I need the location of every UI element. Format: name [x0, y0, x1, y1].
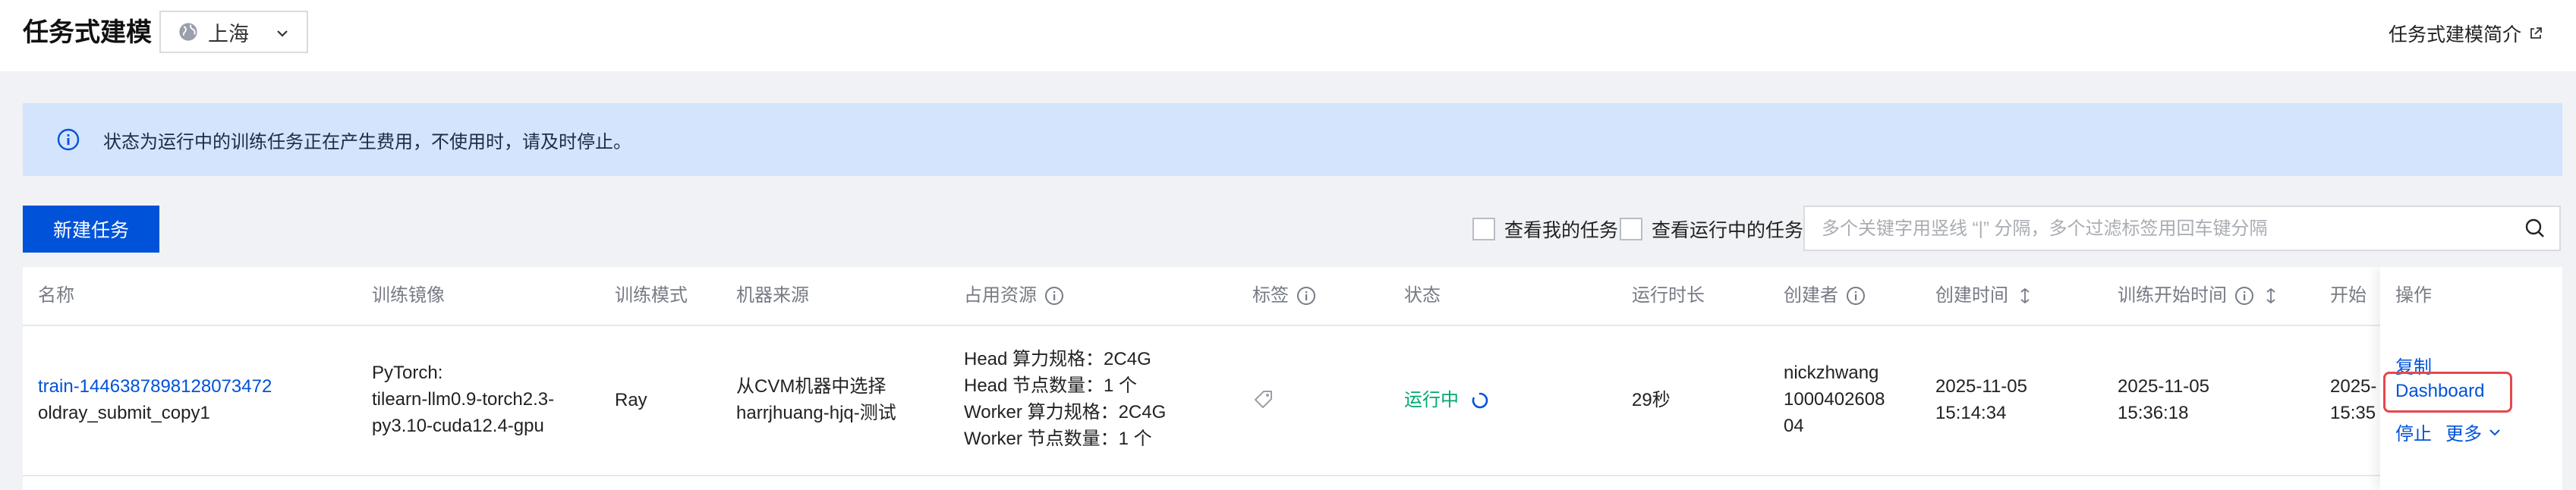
created-date: 2025-11-05 — [1935, 376, 2027, 397]
help-circle-icon[interactable] — [2234, 286, 2254, 306]
actions-column: 操作 复制 Dashboard 停止 更多 — [2380, 267, 2562, 490]
started-date: 2025-11-05 — [2118, 376, 2209, 397]
started-time: 15:36:18 — [2118, 403, 2189, 423]
col-tags: 标签 — [1252, 267, 1316, 325]
col-start-clipped-label: 开始 — [2330, 285, 2367, 306]
info-icon — [57, 128, 80, 151]
stop-link[interactable]: 停止 — [2395, 419, 2432, 445]
notice-banner: 状态为运行中的训练任务正在产生费用，不使用时，请及时停止。 — [23, 103, 2562, 176]
checkbox-box[interactable] — [1620, 218, 1642, 240]
col-image-label: 训练镜像 — [372, 285, 445, 306]
machine-cell: 从CVM机器中选择 harrjhuang-hjq-测试 — [736, 373, 896, 426]
search-icon[interactable] — [2524, 218, 2546, 239]
image-line: tilearn-llm0.9-torch2.3- — [372, 389, 555, 410]
filter-my-tasks-checkbox[interactable]: 查看我的任务 — [1472, 215, 1618, 243]
top-bar: 任务式建模 上海 任务式建模简介 — [0, 0, 2576, 71]
checkbox-box[interactable] — [1472, 218, 1495, 240]
help-circle-icon[interactable] — [1296, 286, 1316, 306]
tags-cell[interactable] — [1252, 388, 1275, 419]
col-mode: 训练模式 — [615, 267, 688, 325]
col-started-at-label: 训练开始时间 — [2118, 285, 2227, 306]
creator-line: nickzhwang — [1784, 363, 1879, 383]
intro-link[interactable]: 任务式建模简介 — [2389, 20, 2543, 47]
sort-icon[interactable] — [2019, 287, 2031, 304]
task-name: oldray_submit_copy1 — [38, 403, 210, 423]
help-circle-icon[interactable] — [1044, 286, 1064, 306]
clip-time: 15:35 — [2330, 403, 2376, 423]
filter-running-checkbox[interactable]: 查看运行中的任务 — [1620, 215, 1803, 243]
table-row: train-1446387898128073472 oldray_submit_… — [23, 326, 2562, 476]
col-started-at[interactable]: 训练开始时间 — [2118, 267, 2277, 325]
task-table: 名称 训练镜像 训练模式 机器来源 占用资源 标签 状态 运行时长 创建者 创建… — [23, 267, 2562, 490]
help-circle-icon[interactable] — [1846, 286, 1866, 306]
loading-icon — [1472, 392, 1488, 408]
resource-line: Head 节点数量：1 个 — [964, 375, 1138, 396]
clip-date: 2025- — [2330, 376, 2377, 397]
sort-icon[interactable] — [2265, 287, 2277, 304]
search-input[interactable] — [1820, 207, 2506, 251]
filter-running-label: 查看运行中的任务 — [1652, 220, 1804, 241]
col-start-clipped: 开始 — [2330, 267, 2367, 325]
more-menu[interactable]: 更多 — [2445, 419, 2502, 445]
region-label: 上海 — [208, 22, 249, 46]
start-clipped-cell: 2025- 15:35 — [2330, 373, 2376, 426]
globe-icon — [179, 23, 197, 41]
resources-cell: Head 算力规格：2C4G Head 节点数量：1 个 Worker 算力规格… — [964, 346, 1166, 452]
col-created-at-label: 创建时间 — [1935, 285, 2008, 306]
col-resources: 占用资源 — [964, 267, 1064, 325]
image-line: py3.10-cuda12.4-gpu — [372, 416, 544, 436]
col-status-label: 状态 — [1404, 285, 1441, 306]
col-created-at[interactable]: 创建时间 — [1935, 267, 2031, 325]
dashboard-link[interactable]: Dashboard — [2395, 381, 2484, 402]
col-duration-label: 运行时长 — [1632, 285, 1705, 306]
resource-line: Worker 节点数量：1 个 — [964, 429, 1152, 449]
col-status: 状态 — [1404, 267, 1441, 325]
external-link-icon — [2530, 27, 2542, 39]
created-at-cell: 2025-11-05 15:14:34 — [1935, 373, 2027, 426]
notice-text: 状态为运行中的训练任务正在产生费用，不使用时，请及时停止。 — [103, 131, 631, 152]
col-image: 训练镜像 — [372, 267, 445, 325]
col-creator-label: 创建者 — [1784, 285, 1838, 306]
name-cell: train-1446387898128073472 oldray_submit_… — [38, 373, 272, 426]
intro-link-label: 任务式建模简介 — [2388, 24, 2521, 46]
tag-icon[interactable] — [1252, 388, 1275, 411]
task-id-link[interactable]: train-1446387898128073472 — [38, 373, 272, 400]
new-task-button[interactable]: 新建任务 — [23, 206, 159, 253]
machine-line: 从CVM机器中选择 — [736, 376, 886, 397]
chevron-down-icon — [277, 30, 288, 37]
col-tags-label: 标签 — [1252, 285, 1289, 306]
col-creator: 创建者 — [1784, 267, 1866, 325]
col-mode-label: 训练模式 — [615, 285, 688, 306]
status-cell: 运行中 — [1404, 387, 1489, 413]
search-box[interactable] — [1803, 206, 2561, 251]
col-name-label: 名称 — [38, 285, 74, 306]
col-machine: 机器来源 — [736, 267, 809, 325]
image-cell: PyTorch: tilearn-llm0.9-torch2.3- py3.10… — [372, 360, 554, 439]
col-duration: 运行时长 — [1632, 267, 1705, 325]
mode-cell: Ray — [615, 390, 647, 410]
col-actions-label: 操作 — [2395, 285, 2432, 306]
col-resources-label: 占用资源 — [964, 285, 1037, 306]
col-machine-label: 机器来源 — [736, 285, 809, 306]
image-line: PyTorch: — [372, 363, 443, 383]
chevron-down-icon — [2489, 429, 2500, 435]
creator-cell: nickzhwang 1000402608 04 — [1784, 360, 1885, 439]
col-actions: 操作 — [2395, 267, 2432, 325]
status-badge: 运行中 — [1404, 390, 1459, 410]
machine-line: harrjhuang-hjq-测试 — [736, 403, 896, 423]
table-header: 名称 训练镜像 训练模式 机器来源 占用资源 标签 状态 运行时长 创建者 创建… — [23, 267, 2562, 326]
col-name: 名称 — [38, 267, 74, 325]
resource-line: Head 算力规格：2C4G — [964, 349, 1151, 369]
filter-my-tasks-label: 查看我的任务 — [1504, 220, 1619, 241]
page-title: 任务式建模 — [23, 18, 152, 47]
duration-cell: 29秒 — [1632, 390, 1671, 410]
more-label: 更多 — [2445, 424, 2482, 444]
creator-line: 1000402608 — [1784, 389, 1885, 410]
started-at-cell: 2025-11-05 15:36:18 — [2118, 373, 2209, 426]
creator-line: 04 — [1784, 416, 1804, 436]
resource-line: Worker 算力规格：2C4G — [964, 402, 1167, 422]
created-time: 15:14:34 — [1935, 403, 2007, 423]
region-select[interactable]: 上海 — [159, 11, 308, 53]
